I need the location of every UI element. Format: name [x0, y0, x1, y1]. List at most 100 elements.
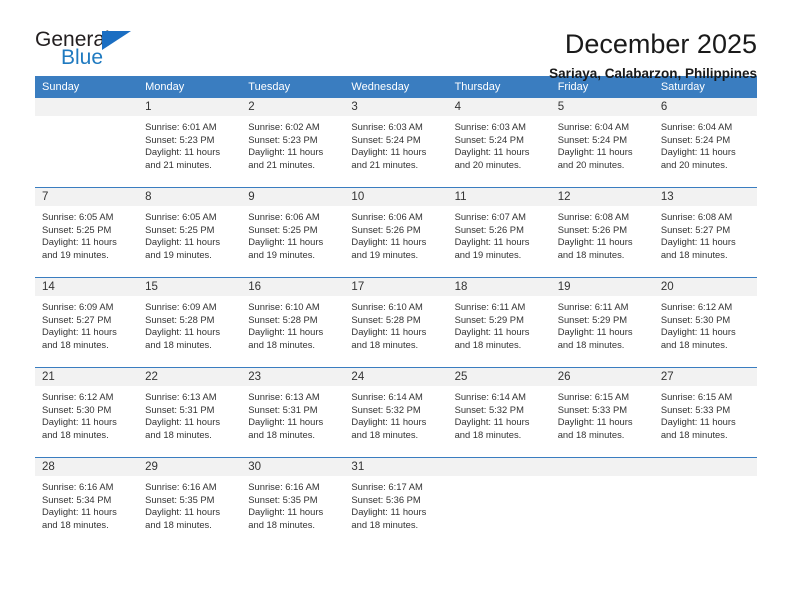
- day-number: 16: [241, 278, 345, 296]
- daylight-text: Daylight: 11 hours and 18 minutes.: [557, 326, 633, 350]
- calendar-cell: 24 Sunrise: 6:14 AM Sunset: 5:32 PM Dayligh…: [344, 367, 448, 458]
- calendar-day[interactable]: 4 Sunrise: 6:03 AM Sunset: 5:24 PM Daylight…: [447, 98, 551, 187]
- weekday-header-sunday: Sunday: [35, 76, 139, 98]
- calendar-day-empty: [447, 458, 551, 547]
- sunrise-text: Sunrise: 6:17 AM: [351, 481, 423, 492]
- daylight-text: Daylight: 11 hours and 18 minutes.: [660, 236, 736, 260]
- daylight-text: Daylight: 11 hours and 18 minutes.: [557, 236, 633, 260]
- calendar-day[interactable]: 9 Sunrise: 6:06 AM Sunset: 5:25 PM Daylight…: [241, 188, 345, 277]
- calendar-day[interactable]: 22 Sunrise: 6:13 AM Sunset: 5:31 PM Dayligh…: [138, 368, 242, 457]
- calendar-day[interactable]: 23 Sunrise: 6:13 AM Sunset: 5:31 PM Dayligh…: [241, 368, 345, 457]
- day-details: Sunrise: 6:04 AM Sunset: 5:24 PM Daylight:…: [551, 116, 654, 171]
- sunset-text: Sunset: 5:28 PM: [351, 313, 421, 325]
- daylight-text: Daylight: 11 hours and 18 minutes.: [248, 416, 324, 440]
- calendar-cell: [550, 457, 654, 547]
- calendar-day[interactable]: 17 Sunrise: 6:10 AM Sunset: 5:28 PM Dayligh…: [344, 278, 448, 367]
- day-details: Sunrise: 6:16 AM Sunset: 5:35 PM Daylight:…: [241, 476, 344, 531]
- calendar-cell: 21 Sunrise: 6:12 AM Sunset: 5:30 PM Dayligh…: [35, 367, 139, 458]
- calendar-cell: 8 Sunrise: 6:05 AM Sunset: 5:25 PM Daylight…: [138, 187, 242, 278]
- calendar-day[interactable]: 31 Sunrise: 6:17 AM Sunset: 5:36 PM Dayligh…: [344, 458, 448, 547]
- calendar-day[interactable]: 1 Sunrise: 6:01 AM Sunset: 5:23 PM Daylight…: [138, 98, 242, 187]
- sunset-text: Sunset: 5:26 PM: [557, 223, 628, 235]
- calendar-cell: 23 Sunrise: 6:13 AM Sunset: 5:31 PM Dayligh…: [241, 367, 345, 458]
- calendar-page: General Blue December 2025 Sariaya, Cala…: [0, 0, 792, 612]
- sunset-text: Sunset: 5:25 PM: [42, 223, 112, 235]
- sunset-text: Sunset: 5:32 PM: [351, 403, 421, 415]
- daylight-text: Daylight: 11 hours and 18 minutes.: [557, 416, 633, 440]
- calendar-day[interactable]: 3 Sunrise: 6:03 AM Sunset: 5:24 PM Daylight…: [344, 98, 448, 187]
- calendar-day[interactable]: 16 Sunrise: 6:10 AM Sunset: 5:28 PM Dayligh…: [241, 278, 345, 367]
- calendar-day[interactable]: 21 Sunrise: 6:12 AM Sunset: 5:30 PM Dayligh…: [35, 368, 139, 457]
- day-number: 2: [241, 98, 345, 116]
- sunrise-text: Sunrise: 6:04 AM: [660, 121, 733, 132]
- sunset-text: Sunset: 5:24 PM: [660, 133, 731, 145]
- day-number: 28: [35, 458, 139, 476]
- sunrise-text: Sunrise: 6:15 AM: [557, 391, 630, 402]
- calendar-cell: [35, 98, 139, 188]
- calendar-day[interactable]: 26 Sunrise: 6:15 AM Sunset: 5:33 PM Dayligh…: [550, 368, 654, 457]
- daylight-text: Daylight: 11 hours and 18 minutes.: [42, 506, 117, 530]
- calendar-day[interactable]: 15 Sunrise: 6:09 AM Sunset: 5:28 PM Dayligh…: [138, 278, 242, 367]
- day-number: 30: [241, 458, 345, 476]
- sunrise-text: Sunrise: 6:10 AM: [351, 301, 423, 312]
- calendar-cell: 28 Sunrise: 6:16 AM Sunset: 5:34 PM Dayligh…: [35, 457, 139, 547]
- calendar-day[interactable]: 2 Sunrise: 6:02 AM Sunset: 5:23 PM Daylight…: [241, 98, 345, 187]
- calendar-cell: 16 Sunrise: 6:10 AM Sunset: 5:28 PM Dayligh…: [241, 277, 345, 368]
- page-title: December 2025: [564, 29, 757, 59]
- calendar-day[interactable]: 28 Sunrise: 6:16 AM Sunset: 5:34 PM Dayligh…: [35, 458, 139, 547]
- day-number: 20: [653, 278, 757, 296]
- day-number: 21: [35, 368, 139, 386]
- calendar-day[interactable]: 12 Sunrise: 6:08 AM Sunset: 5:26 PM Dayligh…: [550, 188, 654, 277]
- title-block: December 2025 Sariaya, Calabarzon, Phili…: [549, 28, 757, 84]
- calendar-day[interactable]: 18 Sunrise: 6:11 AM Sunset: 5:29 PM Dayligh…: [447, 278, 551, 367]
- calendar-week-row: 7 Sunrise: 6:05 AM Sunset: 5:25 PM Daylight…: [35, 187, 757, 278]
- calendar-day[interactable]: 29 Sunrise: 6:16 AM Sunset: 5:35 PM Dayligh…: [138, 458, 242, 547]
- sunrise-text: Sunrise: 6:14 AM: [351, 391, 423, 402]
- calendar-day[interactable]: 25 Sunrise: 6:14 AM Sunset: 5:32 PM Dayligh…: [447, 368, 551, 457]
- calendar-day[interactable]: 7 Sunrise: 6:05 AM Sunset: 5:25 PM Daylight…: [35, 188, 139, 277]
- calendar-day[interactable]: 8 Sunrise: 6:05 AM Sunset: 5:25 PM Daylight…: [138, 188, 242, 277]
- daylight-text: Daylight: 11 hours and 21 minutes.: [248, 146, 324, 170]
- calendar-day[interactable]: 14 Sunrise: 6:09 AM Sunset: 5:27 PM Dayligh…: [35, 278, 139, 367]
- day-number: 11: [447, 188, 551, 206]
- daylight-text: Daylight: 11 hours and 18 minutes.: [248, 326, 324, 350]
- daylight-text: Daylight: 11 hours and 21 minutes.: [351, 146, 427, 170]
- calendar-day[interactable]: 5 Sunrise: 6:04 AM Sunset: 5:24 PM Daylight…: [550, 98, 654, 187]
- day-number: 3: [344, 98, 448, 116]
- calendar-day-empty: [35, 98, 139, 187]
- daylight-text: Daylight: 11 hours and 18 minutes.: [351, 416, 427, 440]
- calendar-day[interactable]: 19 Sunrise: 6:11 AM Sunset: 5:29 PM Dayligh…: [550, 278, 654, 367]
- day-number: 1: [138, 98, 242, 116]
- sunset-text: Sunset: 5:29 PM: [454, 313, 524, 325]
- calendar-day[interactable]: 10 Sunrise: 6:06 AM Sunset: 5:26 PM Dayligh…: [344, 188, 448, 277]
- calendar-day[interactable]: 20 Sunrise: 6:12 AM Sunset: 5:30 PM Dayligh…: [653, 278, 757, 367]
- calendar-cell: 10 Sunrise: 6:06 AM Sunset: 5:26 PM Dayligh…: [344, 187, 448, 278]
- daylight-text: Daylight: 11 hours and 18 minutes.: [351, 326, 427, 350]
- day-details: Sunrise: 6:11 AM Sunset: 5:29 PM Daylight:…: [551, 296, 654, 351]
- day-details: Sunrise: 6:05 AM Sunset: 5:25 PM Daylight:…: [138, 206, 241, 261]
- sunrise-text: Sunrise: 6:07 AM: [454, 211, 526, 222]
- sunset-text: Sunset: 5:23 PM: [248, 133, 318, 145]
- calendar-cell: 12 Sunrise: 6:08 AM Sunset: 5:26 PM Dayligh…: [550, 187, 654, 278]
- sunset-text: Sunset: 5:25 PM: [145, 223, 215, 235]
- calendar-day[interactable]: 24 Sunrise: 6:14 AM Sunset: 5:32 PM Dayligh…: [344, 368, 448, 457]
- daylight-text: Daylight: 11 hours and 18 minutes.: [145, 326, 221, 350]
- day-number: 4: [447, 98, 551, 116]
- calendar-day[interactable]: 30 Sunrise: 6:16 AM Sunset: 5:35 PM Dayligh…: [241, 458, 345, 547]
- sunrise-text: Sunrise: 6:08 AM: [557, 211, 630, 222]
- calendar-cell: 19 Sunrise: 6:11 AM Sunset: 5:29 PM Dayligh…: [550, 277, 654, 368]
- calendar-cell: [653, 457, 757, 547]
- calendar-day[interactable]: 13 Sunrise: 6:08 AM Sunset: 5:27 PM Dayligh…: [653, 188, 757, 277]
- sunrise-text: Sunrise: 6:11 AM: [557, 301, 629, 312]
- daylight-text: Daylight: 11 hours and 18 minutes.: [42, 416, 117, 440]
- calendar-day[interactable]: 11 Sunrise: 6:07 AM Sunset: 5:26 PM Dayligh…: [447, 188, 551, 277]
- calendar-day[interactable]: 6 Sunrise: 6:04 AM Sunset: 5:24 PM Daylight…: [653, 98, 757, 187]
- sunrise-sunset-calendar: Sunday Monday Tuesday Wednesday Thursday…: [35, 76, 757, 547]
- day-details: Sunrise: 6:02 AM Sunset: 5:23 PM Daylight:…: [241, 116, 344, 171]
- calendar-cell: 18 Sunrise: 6:11 AM Sunset: 5:29 PM Dayligh…: [447, 277, 551, 368]
- calendar-cell: 31 Sunrise: 6:17 AM Sunset: 5:36 PM Dayligh…: [344, 457, 448, 547]
- calendar-day[interactable]: 27 Sunrise: 6:15 AM Sunset: 5:33 PM Dayligh…: [653, 368, 757, 457]
- general-blue-logo[interactable]: General Blue: [35, 28, 143, 72]
- calendar-cell: 15 Sunrise: 6:09 AM Sunset: 5:28 PM Dayligh…: [138, 277, 242, 368]
- sunrise-text: Sunrise: 6:12 AM: [660, 301, 733, 312]
